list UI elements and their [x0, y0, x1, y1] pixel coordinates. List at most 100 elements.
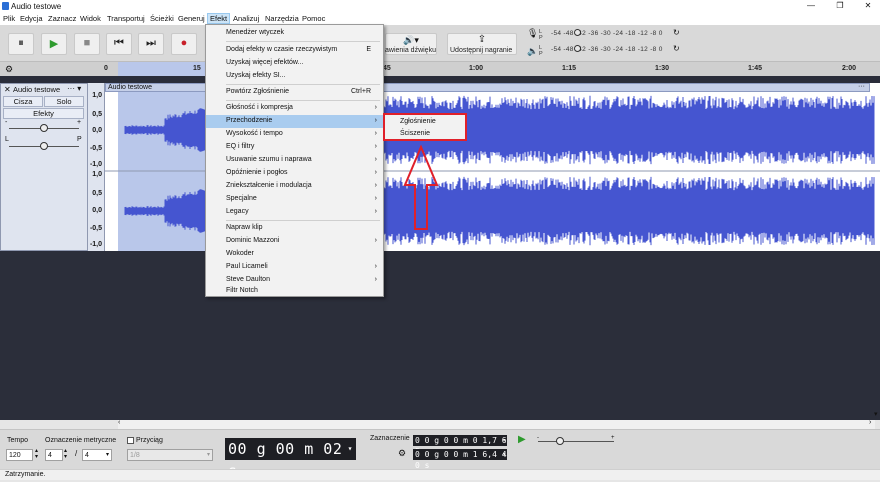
- effects-button[interactable]: Efekty: [3, 108, 84, 119]
- snap-checkbox[interactable]: [127, 437, 134, 444]
- skip-to-end-button[interactable]: ⏭: [138, 33, 164, 55]
- menu-item-clip-fix[interactable]: Napraw klip: [206, 222, 383, 235]
- scroll-right-icon[interactable]: ›: [869, 419, 871, 426]
- title-bar: Audio testowe — ❐ ✕: [0, 0, 880, 13]
- status-bar: Zatrzymanie.: [0, 469, 880, 480]
- menu-item-fading[interactable]: Przechodzenie ›: [206, 115, 383, 128]
- menu-item-pitch-tempo[interactable]: Wysokość i tempo ›: [206, 128, 383, 141]
- share-audio-label: Udostępnij nagranie: [450, 47, 513, 54]
- volume-slider-handle[interactable]: [40, 124, 48, 132]
- menu-item-notch-filter[interactable]: Filtr Notch: [206, 287, 383, 297]
- scale-label: 0,0: [92, 127, 102, 134]
- menu-item-eq-filters[interactable]: EQ i filtry ›: [206, 141, 383, 154]
- selection-start-time[interactable]: 0 0 g 0 0 m 0 1,7 6 5 s▾: [413, 435, 507, 456]
- submenu-item-fade-out[interactable]: Ściszenie: [385, 128, 465, 140]
- ruler-tick: 0: [104, 65, 108, 72]
- scale-label: -1,0: [89, 161, 102, 168]
- scale-label: 0,5: [92, 111, 102, 118]
- mute-button[interactable]: Cisza: [3, 96, 43, 107]
- speaker-meter-icon: 🔈: [527, 46, 539, 56]
- menu-item-steve-daulton[interactable]: Steve Daulton ›: [206, 274, 383, 287]
- minimize-button[interactable]: —: [803, 1, 819, 12]
- scroll-left-icon[interactable]: ‹: [118, 419, 120, 426]
- menu-item-noise-removal[interactable]: Usuwanie szumu i naprawa ›: [206, 154, 383, 167]
- play-meter-lp: L P: [539, 45, 543, 57]
- skip-to-start-button[interactable]: ⏮: [106, 33, 132, 55]
- scale-label: 0,0: [92, 207, 102, 214]
- gear-icon[interactable]: ⚙: [5, 64, 13, 75]
- record-button[interactable]: ●: [171, 33, 197, 55]
- menu-edycja[interactable]: Edycja: [18, 14, 45, 23]
- menu-zaznacz[interactable]: Zaznacz: [46, 14, 78, 23]
- stop-button[interactable]: ■: [74, 33, 100, 55]
- menu-item-legacy[interactable]: Legacy ›: [206, 206, 383, 219]
- menu-item-distortion[interactable]: Zniekształcenie i modulacja ›: [206, 180, 383, 193]
- amplitude-scale: 1,0 0,5 0,0 -0,5 -1,0 1,0 0,5 0,0 -0,5 -…: [88, 83, 105, 251]
- submenu-item-fade-in[interactable]: Zgłośnienie: [385, 116, 465, 128]
- fading-submenu: Zgłośnienie Ściszenie: [383, 113, 467, 141]
- snap-select[interactable]: 1/8 ▾: [127, 449, 213, 461]
- menu-pomoc[interactable]: Pomoc: [300, 14, 327, 23]
- menu-analizuj[interactable]: Analizuj: [231, 14, 261, 23]
- menu-item-realtime-effects[interactable]: Dodaj efekty w czasie rzeczywistym E: [206, 44, 383, 57]
- scale-label: -0,5: [89, 225, 102, 232]
- ruler-tick: 2:00: [842, 65, 857, 72]
- pause-button[interactable]: ⏸: [8, 33, 34, 55]
- horizontal-scrollbar[interactable]: ‹ ›: [118, 419, 875, 429]
- meter-denominator-select[interactable]: 4 ▾: [82, 449, 112, 461]
- close-track-icon[interactable]: ✕: [4, 85, 11, 94]
- record-level-icon: ↻: [673, 28, 680, 37]
- maximize-button[interactable]: ❐: [832, 1, 848, 12]
- menu-item-delay-reverb[interactable]: Opóźnienie i pogłos ›: [206, 167, 383, 180]
- stop-icon: ■: [83, 37, 91, 49]
- audio-setup-label: awienia dźwięku: [385, 47, 436, 54]
- menu-widok[interactable]: Widok: [78, 14, 103, 23]
- volume-minus: -: [5, 119, 8, 126]
- menu-item-dominic-mazzoni[interactable]: Dominic Mazzoni ›: [206, 235, 383, 248]
- ruler-tick: 1:00: [469, 65, 484, 72]
- status-text: Zatrzymanie.: [5, 471, 46, 478]
- scale-label: 0,5: [92, 190, 102, 197]
- menu-narzedzia[interactable]: Narzędzia: [263, 14, 301, 23]
- menu-sciezki[interactable]: Ścieżki: [148, 14, 176, 23]
- clip-menu-icon[interactable]: ···: [858, 83, 865, 91]
- speed-slider-handle[interactable]: [556, 437, 564, 445]
- vertical-scroll-down-icon[interactable]: ▾: [874, 410, 878, 418]
- track-control-panel: ✕ Audio testowe ··· ▾ Cisza Solo Efekty …: [0, 83, 88, 251]
- menu-separator: [226, 84, 380, 85]
- selection-settings-gear-icon[interactable]: ⚙: [398, 448, 406, 459]
- menu-generuj[interactable]: Generuj: [176, 14, 207, 23]
- menu-item-volume-compression[interactable]: Głośność i kompresja ›: [206, 102, 383, 115]
- track-menu-icon[interactable]: ··· ▾: [67, 84, 81, 93]
- record-meter-lp: L P: [539, 29, 543, 41]
- menu-item-more-effects[interactable]: Uzyskaj więcej efektów...: [206, 57, 383, 70]
- menu-item-paul-licameli[interactable]: Paul Licameli ›: [206, 261, 383, 274]
- menu-plik[interactable]: Plik: [1, 14, 17, 23]
- close-button[interactable]: ✕: [860, 1, 876, 12]
- play-at-speed-icon[interactable]: ▶: [518, 434, 526, 445]
- pause-icon: ⏸: [18, 37, 24, 49]
- menu-item-special[interactable]: Specjalne ›: [206, 193, 383, 206]
- timeline-ruler[interactable]: ⚙ 0 15 45 1:00 1:15 1:30 1:45 2:00: [0, 62, 880, 76]
- solo-button[interactable]: Solo: [44, 96, 84, 107]
- pan-slider-handle[interactable]: [40, 142, 48, 150]
- track-name[interactable]: Audio testowe: [13, 85, 60, 94]
- record-meter-handle[interactable]: [574, 29, 581, 36]
- menu-item-ai-effects[interactable]: Uzyskaj efekty SI...: [206, 70, 383, 83]
- play-meter-handle[interactable]: [574, 45, 581, 52]
- tempo-input[interactable]: 120: [6, 449, 33, 461]
- play-button[interactable]: ▶: [41, 33, 67, 55]
- menu-efekt[interactable]: Efekt: [207, 13, 231, 24]
- meter-stepper-icon[interactable]: ▴ ▾: [64, 448, 67, 460]
- meter-numerator-input[interactable]: 4: [45, 449, 63, 461]
- scale-label: 1,0: [92, 92, 102, 99]
- menu-item-plugin-manager[interactable]: Menedżer wtyczek: [206, 27, 383, 40]
- menu-transportuj[interactable]: Transportuj: [105, 14, 147, 23]
- menu-item-repeat-effect[interactable]: Powtórz Zgłośnienie Ctrl+R: [206, 86, 383, 99]
- menu-bar: Plik Edycja Zaznacz Widok Transportuj Śc…: [0, 13, 880, 25]
- time-display[interactable]: 00 g 00 m 02 s▾: [225, 438, 356, 480]
- selection-end-time[interactable]: 0 0 g 0 0 m 1 6,4 4 0 s ▾: [413, 449, 507, 470]
- menu-item-vocoder[interactable]: Wokoder: [206, 248, 383, 261]
- snap-label: Przyciąg: [136, 437, 163, 444]
- tempo-stepper-icon[interactable]: ▴ ▾: [35, 448, 38, 460]
